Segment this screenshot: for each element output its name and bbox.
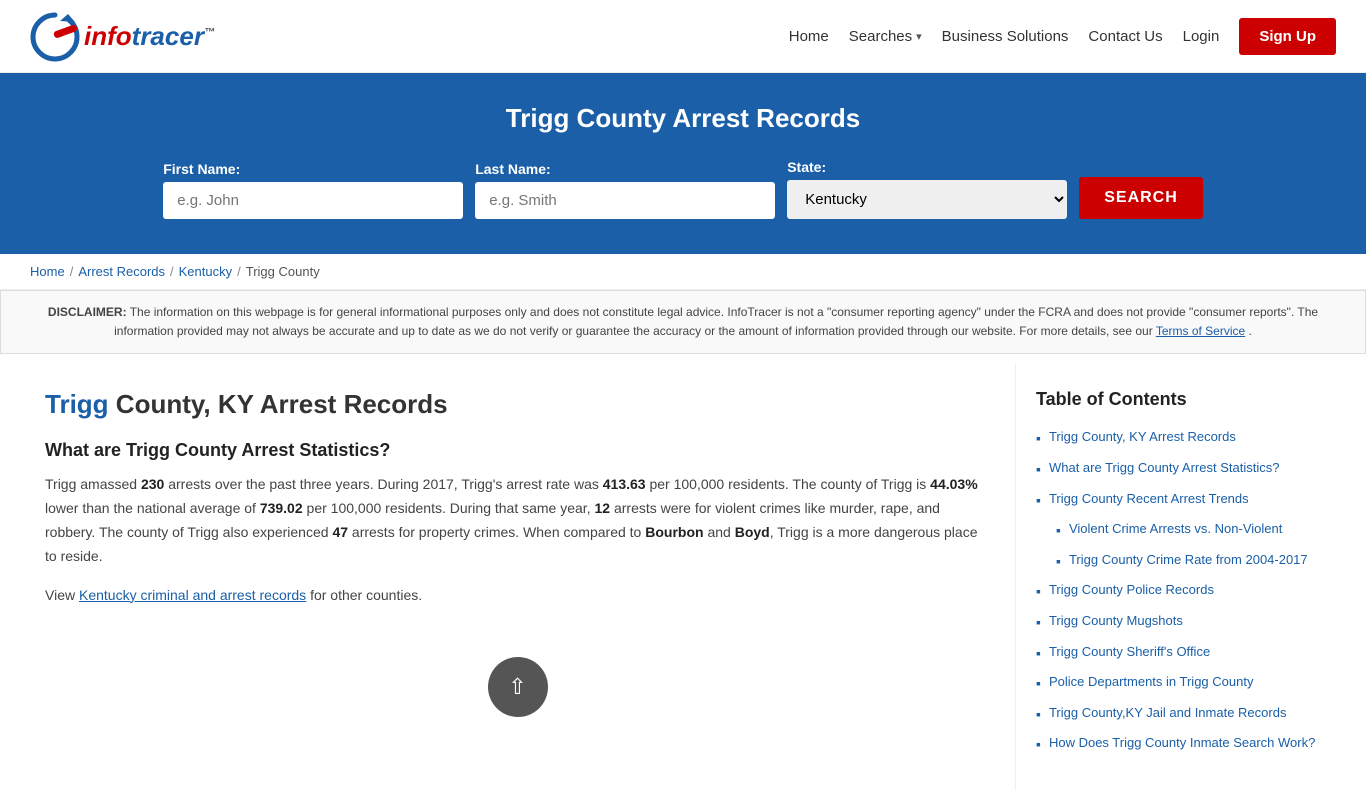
section1-paragraph1: Trigg amassed 230 arrests over the past … xyxy=(45,473,990,568)
sidebar-toc: Table of Contents Trigg County, KY Arres… xyxy=(1016,364,1336,790)
article: Trigg County, KY Arrest Records What are… xyxy=(30,364,1016,790)
article-title: Trigg County, KY Arrest Records xyxy=(45,389,990,420)
breadcrumb-sep-1: / xyxy=(70,264,74,279)
p1-rate: 413.63 xyxy=(603,476,646,492)
p1-violent: 12 xyxy=(594,500,610,516)
p1-national: 739.02 xyxy=(260,500,303,516)
toc-item: Trigg County Sheriff's Office xyxy=(1036,643,1316,664)
scroll-top-area: ⇧ xyxy=(45,637,990,717)
nav-searches[interactable]: Searches ▾ xyxy=(849,28,922,45)
hero-title: Trigg County Arrest Records xyxy=(20,103,1346,134)
hero-section: Trigg County Arrest Records First Name: … xyxy=(0,73,1366,254)
toc-link-4[interactable]: Trigg County Crime Rate from 2004-2017 xyxy=(1069,551,1308,569)
disclaimer-box: DISCLAIMER: The information on this webp… xyxy=(0,290,1366,354)
toc-heading: Table of Contents xyxy=(1036,389,1316,410)
breadcrumb-home[interactable]: Home xyxy=(30,264,65,279)
disclaimer-end: . xyxy=(1249,324,1252,338)
disclaimer-body: The information on this webpage is for g… xyxy=(114,305,1318,338)
breadcrumb-trigg-county: Trigg County xyxy=(246,264,320,279)
last-name-group: Last Name: xyxy=(475,161,775,219)
article-title-highlight: Trigg xyxy=(45,389,109,419)
p1-and: and xyxy=(704,524,735,540)
logo-area: infotracer™ xyxy=(30,10,215,62)
toc-link-6[interactable]: Trigg County Mugshots xyxy=(1049,612,1183,630)
toc-list: Trigg County, KY Arrest Records What are … xyxy=(1036,428,1316,755)
toc-link-8[interactable]: Police Departments in Trigg County xyxy=(1049,673,1253,691)
p1-mid5: arrests for property crimes. When compar… xyxy=(348,524,645,540)
searches-dropdown-icon: ▾ xyxy=(916,30,922,43)
toc-link-10[interactable]: How Does Trigg County Inmate Search Work… xyxy=(1049,734,1315,752)
breadcrumb-sep-3: / xyxy=(237,264,241,279)
disclaimer-text: DISCLAIMER: The information on this webp… xyxy=(21,303,1345,341)
state-label: State: xyxy=(787,159,1067,175)
toc-link-9[interactable]: Trigg County,KY Jail and Inmate Records xyxy=(1049,704,1287,722)
toc-item: Police Departments in Trigg County xyxy=(1036,673,1316,694)
p1-property: 47 xyxy=(332,524,348,540)
main-content: Trigg County, KY Arrest Records What are… xyxy=(0,364,1366,790)
breadcrumb-kentucky[interactable]: Kentucky xyxy=(179,264,232,279)
nav-business-solutions[interactable]: Business Solutions xyxy=(942,28,1069,45)
p1-start: Trigg amassed xyxy=(45,476,141,492)
toc-link-0[interactable]: Trigg County, KY Arrest Records xyxy=(1049,428,1236,446)
toc-item: How Does Trigg County Inmate Search Work… xyxy=(1036,734,1316,755)
nav-searches-label[interactable]: Searches xyxy=(849,28,912,45)
state-select[interactable]: Kentucky Alabama Alaska Arizona Arkansas… xyxy=(787,180,1067,219)
disclaimer-label: DISCLAIMER: xyxy=(48,305,127,319)
main-nav: Home Searches ▾ Business Solutions Conta… xyxy=(789,18,1336,55)
p1-b2: Boyd xyxy=(735,524,770,540)
p1-mid2: per 100,000 residents. The county of Tri… xyxy=(646,476,931,492)
last-name-label: Last Name: xyxy=(475,161,775,177)
breadcrumb-arrest-records[interactable]: Arrest Records xyxy=(78,264,165,279)
toc-link-3[interactable]: Violent Crime Arrests vs. Non-Violent xyxy=(1069,520,1282,538)
toc-link-7[interactable]: Trigg County Sheriff's Office xyxy=(1049,643,1210,661)
toc-item: What are Trigg County Arrest Statistics? xyxy=(1036,459,1316,480)
nav-contact-us[interactable]: Contact Us xyxy=(1088,28,1162,45)
article-title-rest: County, KY Arrest Records xyxy=(109,389,448,419)
p1-arrests: 230 xyxy=(141,476,164,492)
toc-item: Trigg County Crime Rate from 2004-2017 xyxy=(1036,551,1316,572)
p1-mid3: lower than the national average of xyxy=(45,500,260,516)
scroll-top-button[interactable]: ⇧ xyxy=(488,657,548,717)
signup-button[interactable]: Sign Up xyxy=(1239,18,1336,55)
p1-mid1: arrests over the past three years. Durin… xyxy=(164,476,602,492)
toc-link-5[interactable]: Trigg County Police Records xyxy=(1049,581,1214,599)
toc-item: Trigg County Mugshots xyxy=(1036,612,1316,633)
toc-item: Trigg County Police Records xyxy=(1036,581,1316,602)
first-name-input[interactable] xyxy=(163,182,463,219)
p2-start: View xyxy=(45,587,79,603)
first-name-group: First Name: xyxy=(163,161,463,219)
toc-item: Trigg County,KY Jail and Inmate Records xyxy=(1036,704,1316,725)
toc-item: Trigg County, KY Arrest Records xyxy=(1036,428,1316,449)
logo-text: infotracer™ xyxy=(84,21,215,52)
first-name-label: First Name: xyxy=(163,161,463,177)
header: infotracer™ Home Searches ▾ Business Sol… xyxy=(0,0,1366,73)
toc-item: Trigg County Recent Arrest Trends xyxy=(1036,490,1316,511)
p1-pct: 44.03% xyxy=(930,476,977,492)
login-button[interactable]: Login xyxy=(1183,28,1220,45)
ky-records-link[interactable]: Kentucky criminal and arrest records xyxy=(79,587,306,603)
toc-link-1[interactable]: What are Trigg County Arrest Statistics? xyxy=(1049,459,1279,477)
section1-paragraph2: View Kentucky criminal and arrest record… xyxy=(45,584,990,608)
p1-b1: Bourbon xyxy=(645,524,703,540)
breadcrumb: Home / Arrest Records / Kentucky / Trigg… xyxy=(0,254,1366,290)
p2-end: for other counties. xyxy=(306,587,422,603)
logo-icon xyxy=(30,10,80,62)
breadcrumb-sep-2: / xyxy=(170,264,174,279)
toc-item: Violent Crime Arrests vs. Non-Violent xyxy=(1036,520,1316,541)
disclaimer-tos-link[interactable]: Terms of Service xyxy=(1156,324,1245,338)
p1-end: per 100,000 residents. During that same … xyxy=(303,500,595,516)
state-group: State: Kentucky Alabama Alaska Arizona A… xyxy=(787,159,1067,219)
toc-link-2[interactable]: Trigg County Recent Arrest Trends xyxy=(1049,490,1249,508)
search-form: First Name: Last Name: State: Kentucky A… xyxy=(20,159,1346,219)
last-name-input[interactable] xyxy=(475,182,775,219)
search-button[interactable]: SEARCH xyxy=(1079,177,1203,219)
nav-home[interactable]: Home xyxy=(789,28,829,45)
section1-heading: What are Trigg County Arrest Statistics? xyxy=(45,440,990,461)
